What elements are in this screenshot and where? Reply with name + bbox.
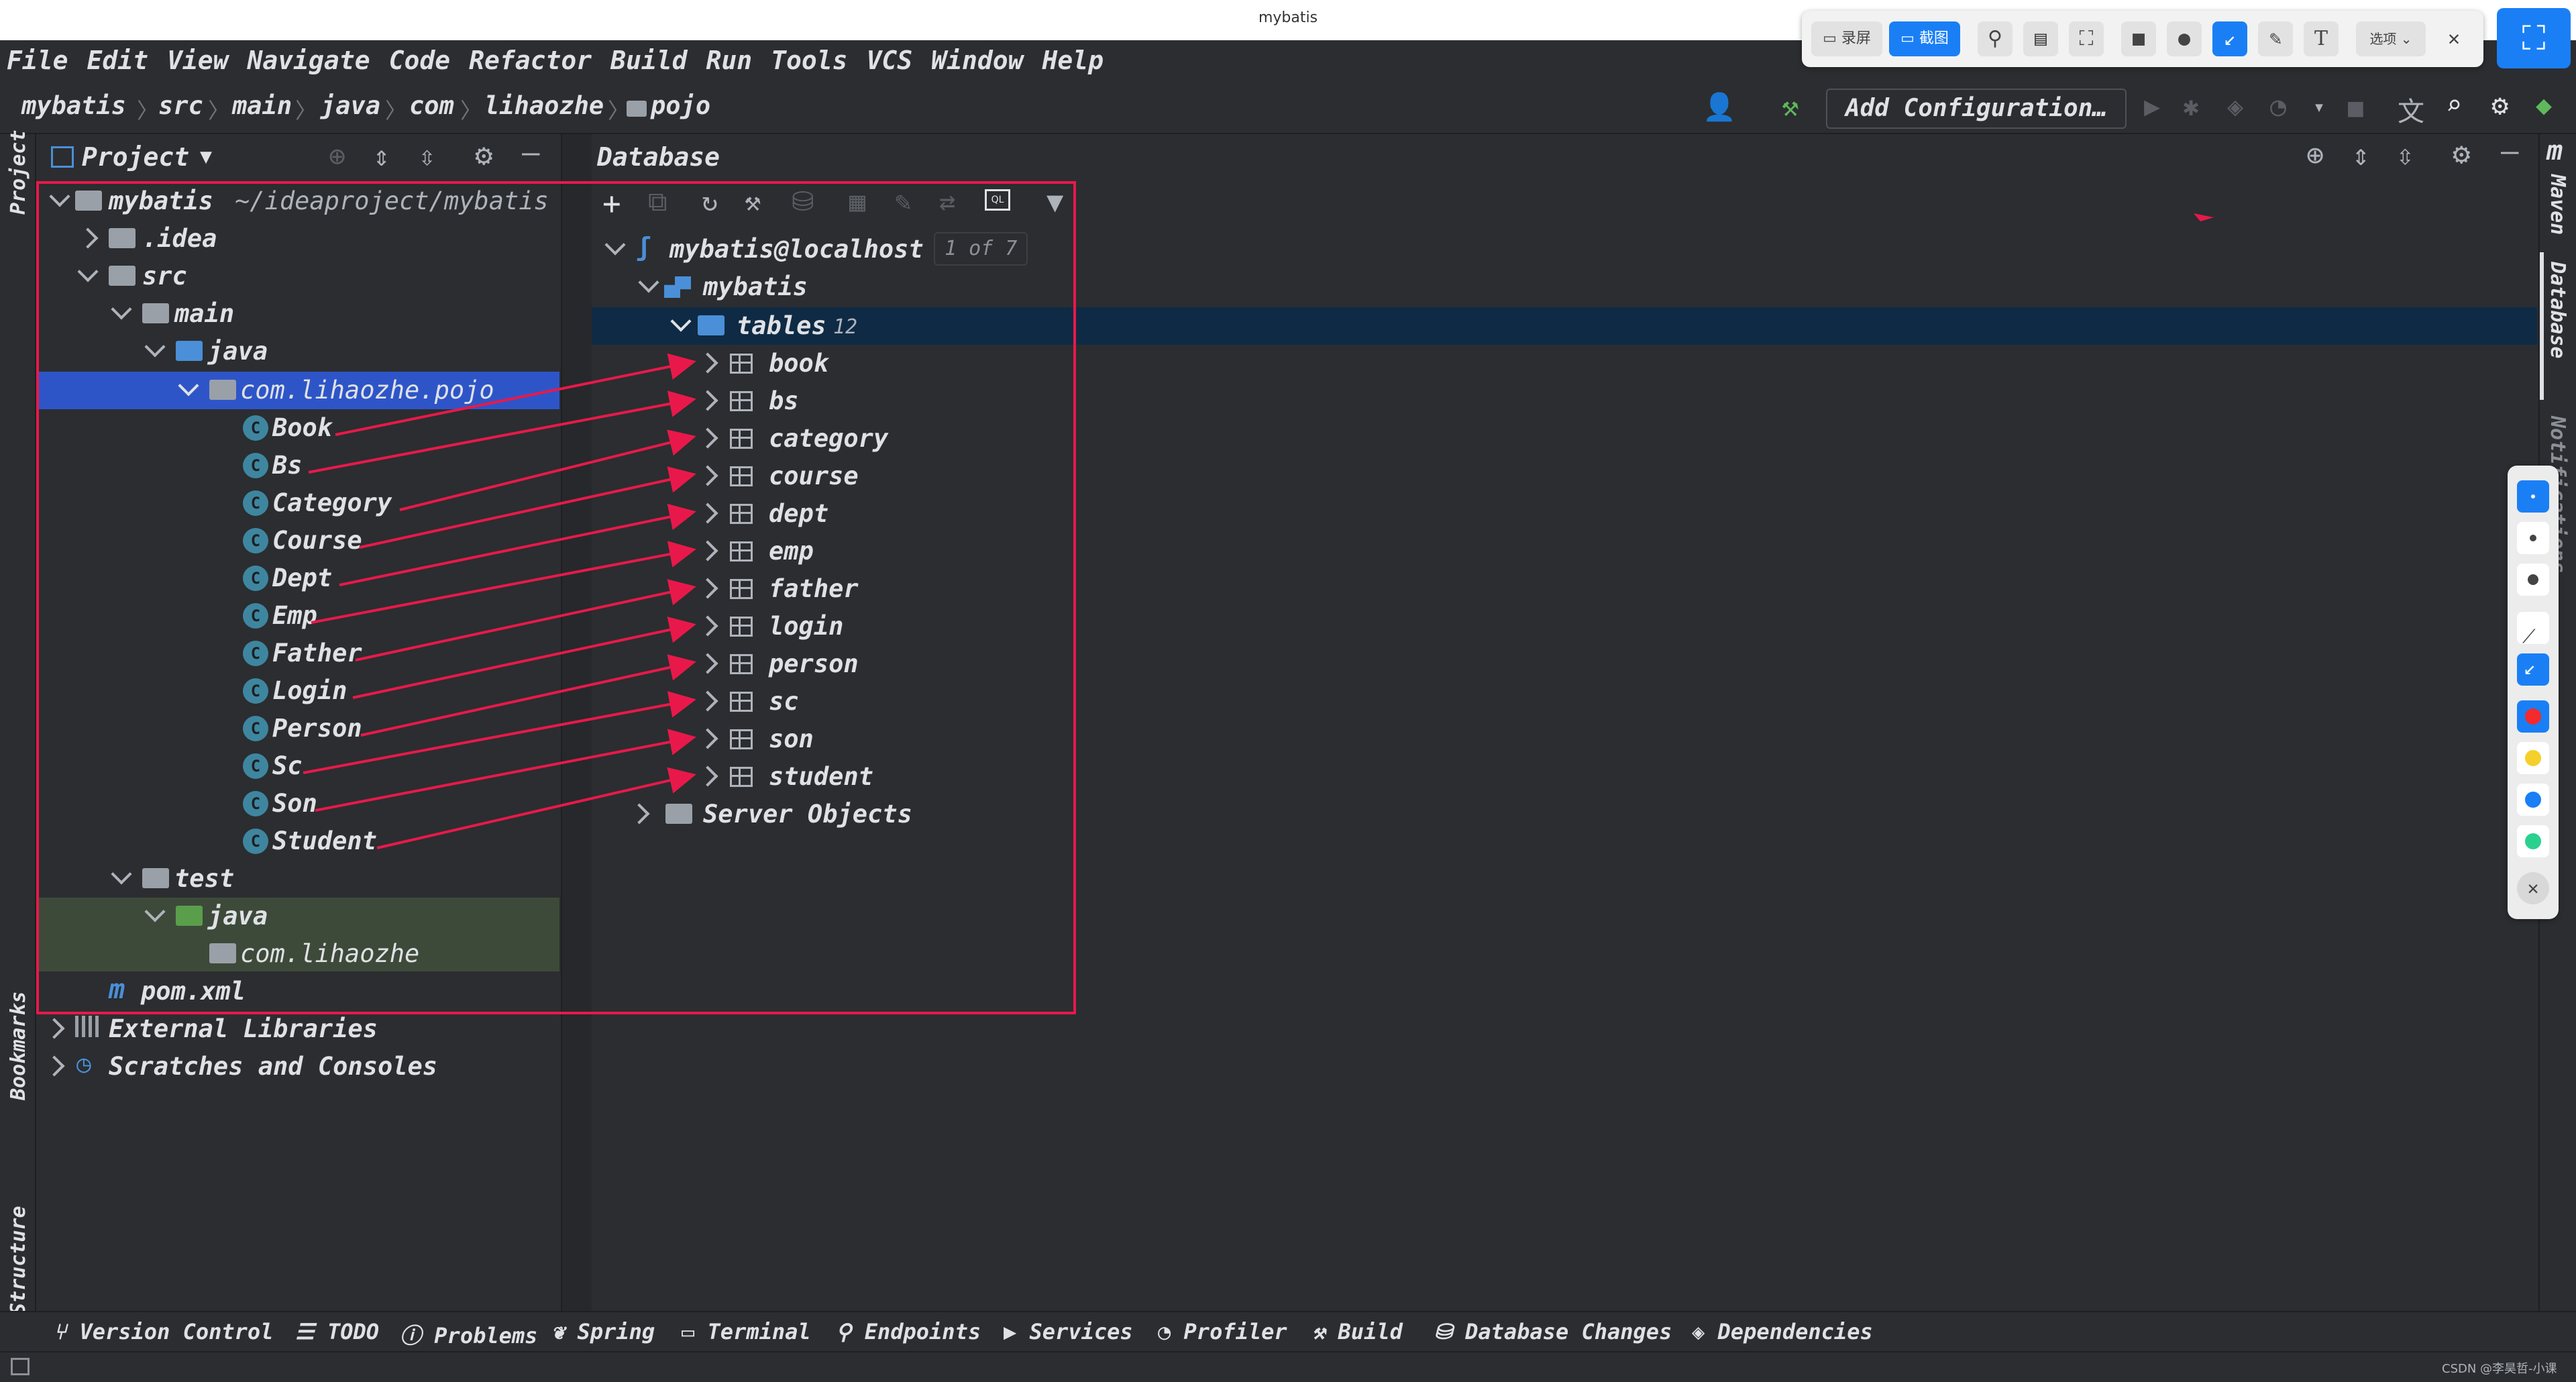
capture-button[interactable]: ▭ 截图 — [1889, 21, 1960, 56]
ocr-icon[interactable]: ⛶ — [2069, 21, 2104, 56]
close-icon[interactable]: ✕ — [2517, 872, 2549, 904]
annotation-cursor-mark — [2194, 213, 2214, 221]
annotation-arrow — [308, 390, 696, 474]
options-label: 选项 — [2369, 31, 2397, 47]
rectangle-tool-icon[interactable]: ■ — [2121, 21, 2156, 56]
pen-tool-icon[interactable]: ✎ — [2258, 21, 2293, 56]
annotation-arrow — [303, 691, 696, 774]
annotation-arrow — [352, 617, 696, 699]
line-style-option[interactable]: ⟋ — [2517, 612, 2549, 647]
size-large-option[interactable] — [2517, 564, 2549, 596]
capture-label: 截图 — [1919, 30, 1949, 47]
ellipse-tool-icon[interactable]: ● — [2167, 21, 2202, 56]
close-icon[interactable]: ✕ — [2436, 21, 2471, 56]
annotation-arrow — [360, 654, 696, 737]
line-icon: ⟋ — [2522, 625, 2536, 647]
annotation-arrow — [339, 503, 696, 586]
annotation-arrow — [376, 767, 696, 849]
scroll-capture-icon[interactable]: ▤ — [2023, 21, 2058, 56]
screenshot-app-icon[interactable]: ⛶ — [2497, 8, 2571, 68]
color-red-option[interactable] — [2517, 700, 2549, 733]
size-medium-option[interactable] — [2517, 522, 2549, 554]
annotation-arrows — [303, 213, 2214, 849]
annotation-palette: ⟋ ↙ ✕ — [2508, 466, 2559, 919]
pin-icon[interactable]: ⚲ — [1978, 21, 2012, 56]
arrow-style-option[interactable]: ↙ — [2517, 653, 2549, 686]
annotation-arrow — [335, 353, 696, 436]
annotation-arrow — [355, 579, 696, 661]
size-small-option[interactable] — [2517, 480, 2549, 513]
annotation-arrow — [359, 466, 696, 549]
annotation-arrow — [311, 541, 696, 624]
color-blue-option[interactable] — [2517, 784, 2549, 816]
color-yellow-option[interactable] — [2517, 742, 2549, 774]
color-green-option[interactable] — [2517, 825, 2549, 857]
record-label: 录屏 — [1841, 30, 1871, 47]
annotation-arrow — [399, 429, 696, 511]
arrow-icon: ↙ — [2524, 656, 2536, 680]
annotation-arrow — [315, 729, 696, 812]
record-button[interactable]: ▭ 录屏 — [1811, 21, 1882, 56]
screenshot-toolbar: ▭ 录屏 ▭ 截图 ⚲ ▤ ⛶ ■ ● ↙ ✎ T 选项 ⌄ ✕ — [1802, 11, 2483, 67]
text-tool-icon[interactable]: T — [2304, 21, 2339, 56]
arrow-tool-icon[interactable]: ↙ — [2212, 21, 2247, 56]
options-dropdown[interactable]: 选项 ⌄ — [2356, 21, 2426, 56]
